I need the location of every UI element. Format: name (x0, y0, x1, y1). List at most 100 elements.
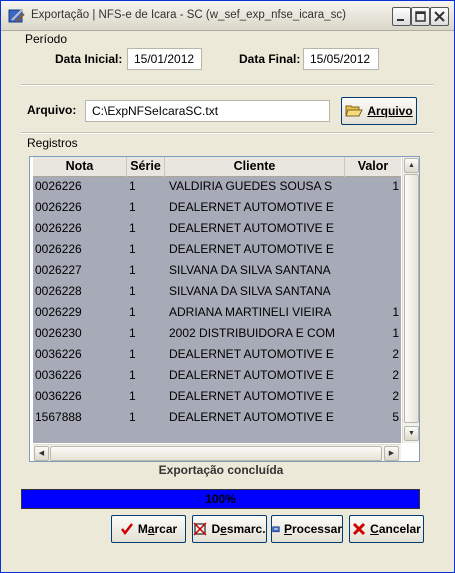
table-row[interactable]: 1567888 1 DEALERNET AUTOMOTIVE E 5 (33, 408, 401, 429)
cell-nota: 0036226 (35, 389, 82, 403)
cell-cliente: DEALERNET AUTOMOTIVE E (169, 347, 334, 361)
maximize-button[interactable] (411, 7, 430, 26)
column-header-serie[interactable]: Série (127, 157, 165, 177)
cell-nota: 0026226 (35, 179, 82, 193)
cell-nota: 0036226 (35, 368, 82, 382)
data-final-label: Data Final: (239, 52, 301, 66)
marcar-button[interactable]: Marcar (111, 515, 186, 543)
cell-cliente: SILVANA DA SILVA SANTANA (169, 284, 331, 298)
data-inicial-field[interactable]: 15/01/2012 (127, 48, 202, 70)
cell-serie: 1 (129, 326, 136, 340)
vertical-scrollbar[interactable]: ▲ ▼ (402, 157, 419, 443)
cell-nota: 0026227 (35, 263, 82, 277)
registros-grid[interactable]: Nota Série Cliente Valor 0026226 1 VALDIRI… (29, 156, 420, 462)
cell-cliente: ADRIANA MARTINELI VIEIRA (169, 305, 332, 319)
cell-serie: 1 (129, 263, 136, 277)
close-icon (434, 11, 445, 22)
cell-nota: 0026226 (35, 242, 82, 256)
progress-bar: 100% (21, 489, 420, 509)
cell-nota: 0026226 (35, 200, 82, 214)
cancel-x-icon (353, 522, 366, 536)
table-row[interactable]: 0026230 1 2002 DISTRIBUIDORA E COM 1 (33, 324, 401, 345)
cell-cliente: DEALERNET AUTOMOTIVE E (169, 410, 334, 424)
cell-serie: 1 (129, 410, 136, 424)
processar-label: Processar (283, 522, 342, 536)
grid-header: Nota Série Cliente Valor (33, 157, 401, 177)
cell-cliente: DEALERNET AUTOMOTIVE E (169, 221, 334, 235)
maximize-icon (415, 11, 426, 22)
minimize-button[interactable] (392, 7, 411, 26)
export-window: Exportação | NFS-e de Icara - SC (w_sef_… (0, 0, 455, 573)
cell-cliente: DEALERNET AUTOMOTIVE E (169, 368, 334, 382)
cell-serie: 1 (129, 389, 136, 403)
grid-body: Nota Série Cliente Valor 0026226 1 VALDIRI… (33, 157, 401, 443)
progress-text: 100% (205, 492, 236, 506)
title-bar[interactable]: Exportação | NFS-e de Icara - SC (w_sef_… (1, 1, 454, 31)
folder-open-icon (345, 105, 364, 117)
process-icon (272, 526, 280, 533)
cell-valor: 2 (392, 389, 399, 403)
cell-serie: 1 (129, 242, 136, 256)
status-text: Exportação concluída (158, 463, 284, 477)
cell-cliente: DEALERNET AUTOMOTIVE E (169, 389, 334, 403)
app-tools-icon (8, 9, 25, 23)
desmarcar-button[interactable]: Desmarc. (192, 515, 267, 543)
cell-serie: 1 (129, 368, 136, 382)
cell-serie: 1 (129, 305, 136, 319)
cell-valor: 1 (392, 179, 399, 193)
vertical-scroll-thumb[interactable] (404, 174, 419, 423)
scroll-down-arrow[interactable]: ▼ (404, 426, 419, 441)
cancelar-label: Cancelar (370, 522, 421, 536)
close-button[interactable] (430, 7, 449, 26)
minimize-icon (397, 19, 404, 21)
processar-button[interactable]: Processar (271, 515, 343, 543)
cell-cliente: SILVANA DA SILVA SANTANA (169, 263, 331, 277)
arquivo-browse-button[interactable]: Arquivo (341, 97, 417, 125)
cell-nota: 0026226 (35, 221, 82, 235)
cancelar-button[interactable]: Cancelar (349, 515, 424, 543)
arquivo-label: Arquivo: (27, 103, 77, 117)
table-row[interactable]: 0026226 1 DEALERNET AUTOMOTIVE E (33, 240, 401, 261)
arquivo-button-label: Arquivo (367, 104, 413, 118)
table-row[interactable]: 0026226 1 DEALERNET AUTOMOTIVE E (33, 198, 401, 219)
horizontal-scroll-thumb[interactable] (50, 446, 382, 461)
table-row[interactable]: 0026226 1 VALDIRIA GUEDES SOUSA S 1 (33, 177, 401, 198)
cell-nota: 1567888 (35, 410, 82, 424)
column-header-valor[interactable]: Valor (345, 157, 401, 177)
cell-valor: 1 (392, 305, 399, 319)
periodo-divider (21, 84, 434, 86)
table-row[interactable]: 0036226 1 DEALERNET AUTOMOTIVE E 2 (33, 366, 401, 387)
column-header-nota[interactable]: Nota (33, 157, 127, 177)
cell-valor: 5 (392, 410, 399, 424)
cell-nota: 0026228 (35, 284, 82, 298)
scroll-right-arrow[interactable]: ▶ (384, 446, 399, 461)
cell-valor: 2 (392, 347, 399, 361)
cell-serie: 1 (129, 284, 136, 298)
uncheck-icon (193, 522, 207, 536)
cell-cliente: DEALERNET AUTOMOTIVE E (169, 200, 334, 214)
data-final-field[interactable]: 15/05/2012 (303, 48, 379, 70)
registros-group-label: Registros (27, 136, 78, 150)
table-row[interactable]: 0036226 1 DEALERNET AUTOMOTIVE E 2 (33, 345, 401, 366)
table-row[interactable]: 0026228 1 SILVANA DA SILVA SANTANA (33, 282, 401, 303)
periodo-group-label: Período (25, 32, 68, 46)
arquivo-path-field[interactable]: C:\ExpNFSeIcaraSC.txt (85, 100, 330, 122)
table-row[interactable]: 0026227 1 SILVANA DA SILVA SANTANA (33, 261, 401, 282)
horizontal-scrollbar[interactable]: ◀ ▶ (33, 444, 401, 461)
cell-valor: 2 (392, 368, 399, 382)
cell-serie: 1 (129, 347, 136, 361)
cell-nota: 0036226 (35, 347, 82, 361)
cell-nota: 0026230 (35, 326, 82, 340)
scroll-up-arrow[interactable]: ▲ (404, 158, 419, 173)
scroll-left-arrow[interactable]: ◀ (34, 446, 49, 461)
cell-serie: 1 (129, 221, 136, 235)
table-row[interactable]: 0026229 1 ADRIANA MARTINELI VIEIRA 1 (33, 303, 401, 324)
column-header-cliente[interactable]: Cliente (165, 157, 345, 177)
data-inicial-label: Data Inicial: (55, 52, 123, 66)
table-row[interactable]: 0026226 1 DEALERNET AUTOMOTIVE E (33, 219, 401, 240)
arquivo-divider (21, 132, 434, 134)
cell-cliente: VALDIRIA GUEDES SOUSA S (169, 179, 333, 193)
cell-serie: 1 (129, 200, 136, 214)
table-row[interactable]: 0036226 1 DEALERNET AUTOMOTIVE E 2 (33, 387, 401, 408)
marcar-label: Marcar (137, 522, 178, 536)
